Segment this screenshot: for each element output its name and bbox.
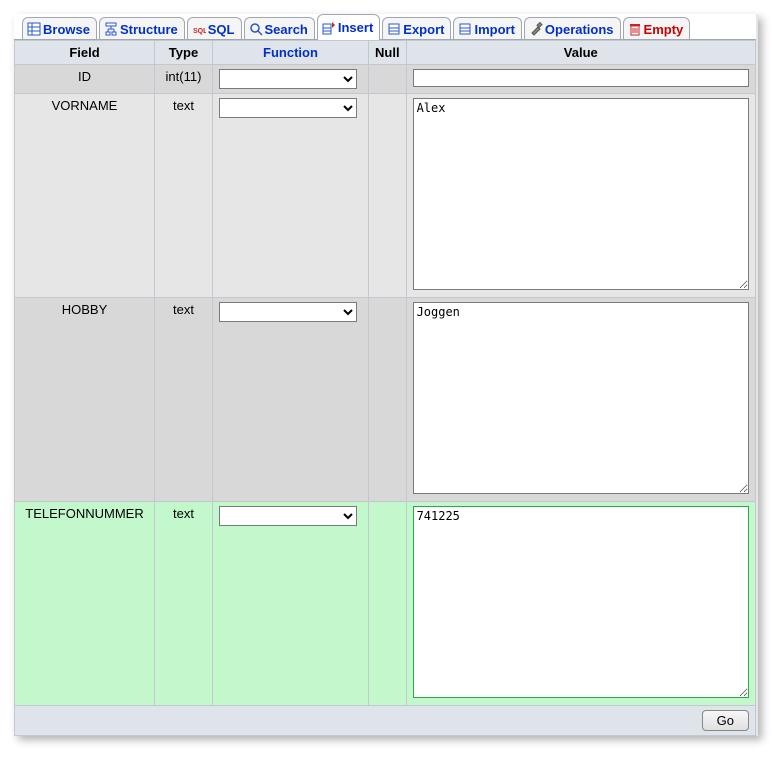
row-telefonnummer: TELEFONNUMMER text <box>15 502 756 706</box>
tab-sql[interactable]: SQL SQL <box>187 17 242 40</box>
value-telefonnummer-cell <box>406 502 755 706</box>
header-row: Field Type Function Null Value <box>15 41 756 65</box>
function-telefonnummer-select[interactable] <box>219 506 357 526</box>
header-type: Type <box>155 41 213 65</box>
empty-icon <box>628 22 642 36</box>
tab-search[interactable]: Search <box>244 17 315 40</box>
row-id: ID int(11) <box>15 65 756 94</box>
tab-export[interactable]: Export <box>382 17 451 40</box>
value-telefonnummer-textarea[interactable] <box>413 506 749 698</box>
null-hobby <box>369 298 407 502</box>
function-id-select[interactable] <box>219 69 357 89</box>
svg-text:SQL: SQL <box>193 28 206 35</box>
value-hobby-textarea[interactable] <box>413 302 749 494</box>
tab-operations-label: Operations <box>545 22 614 37</box>
function-vorname-cell <box>213 94 369 298</box>
header-null: Null <box>369 41 407 65</box>
tab-structure[interactable]: Structure <box>99 17 185 40</box>
tab-insert-label: Insert <box>338 20 373 35</box>
type-telefonnummer: text <box>155 502 213 706</box>
value-hobby-cell <box>406 298 755 502</box>
tab-structure-label: Structure <box>120 22 178 37</box>
value-vorname-cell <box>406 94 755 298</box>
tab-operations[interactable]: Operations <box>524 17 621 40</box>
tab-import-label: Import <box>474 22 514 37</box>
function-hobby-select[interactable] <box>219 302 357 322</box>
function-telefonnummer-cell <box>213 502 369 706</box>
null-telefonnummer <box>369 502 407 706</box>
insert-table: Field Type Function Null Value ID int(11… <box>14 40 756 736</box>
tab-empty[interactable]: Empty <box>623 17 691 40</box>
tab-search-label: Search <box>265 22 308 37</box>
structure-icon <box>104 22 118 36</box>
type-hobby: text <box>155 298 213 502</box>
header-function[interactable]: Function <box>213 41 369 65</box>
export-icon <box>387 22 401 36</box>
go-button[interactable]: Go <box>702 710 749 731</box>
row-hobby: HOBBY text <box>15 298 756 502</box>
header-field: Field <box>15 41 155 65</box>
value-id-cell <box>406 65 755 94</box>
value-vorname-textarea[interactable] <box>413 98 749 290</box>
null-vorname <box>369 94 407 298</box>
field-telefonnummer: TELEFONNUMMER <box>15 502 155 706</box>
type-id: int(11) <box>155 65 213 94</box>
function-id-cell <box>213 65 369 94</box>
tab-empty-label: Empty <box>644 22 684 37</box>
tab-sql-label: SQL <box>208 22 235 37</box>
tab-browse[interactable]: Browse <box>22 17 97 40</box>
insert-icon <box>322 21 336 35</box>
import-icon <box>458 22 472 36</box>
header-value: Value <box>406 41 755 65</box>
tab-insert[interactable]: Insert <box>317 14 380 40</box>
field-hobby: HOBBY <box>15 298 155 502</box>
value-id-input[interactable] <box>413 69 749 87</box>
footer-row: Go <box>15 706 756 736</box>
tab-export-label: Export <box>403 22 444 37</box>
table-icon <box>27 22 41 36</box>
function-vorname-select[interactable] <box>219 98 357 118</box>
function-hobby-cell <box>213 298 369 502</box>
operations-icon <box>529 22 543 36</box>
tab-browse-label: Browse <box>43 22 90 37</box>
row-vorname: VORNAME text <box>15 94 756 298</box>
null-id <box>369 65 407 94</box>
search-icon <box>249 22 263 36</box>
type-vorname: text <box>155 94 213 298</box>
field-id: ID <box>15 65 155 94</box>
tab-import[interactable]: Import <box>453 17 521 40</box>
sql-icon: SQL <box>192 22 206 36</box>
field-vorname: VORNAME <box>15 94 155 298</box>
tab-bar: Browse Structure SQL SQL Search Insert <box>14 14 756 40</box>
